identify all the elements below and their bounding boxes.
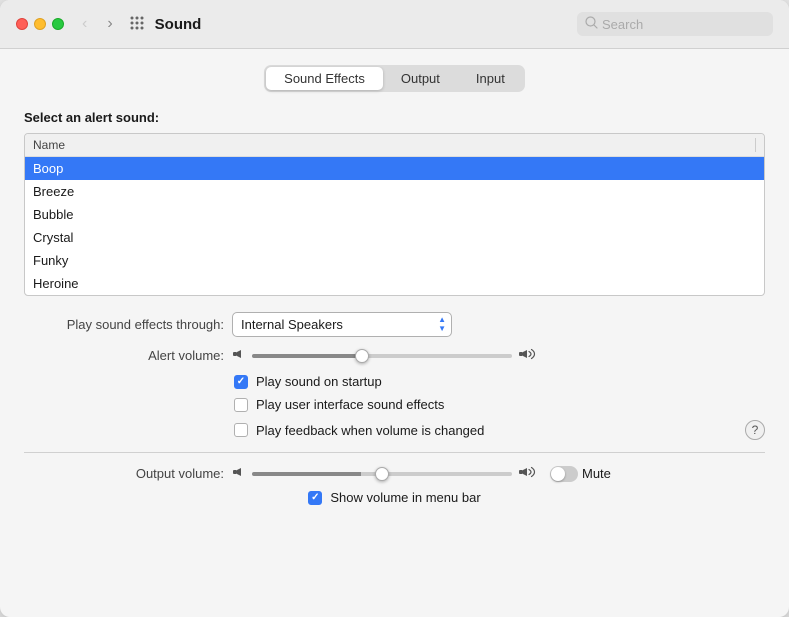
output-volume-high-icon bbox=[518, 465, 536, 482]
checkboxes-group: Play sound on startup Play user interfac… bbox=[24, 374, 765, 440]
close-button[interactable] bbox=[16, 18, 28, 30]
volume-high-icon bbox=[518, 347, 536, 364]
checkbox-row-startup: Play sound on startup bbox=[234, 374, 765, 389]
minimize-button[interactable] bbox=[34, 18, 46, 30]
column-divider bbox=[755, 138, 756, 152]
checkbox-row-ui-sounds: Play user interface sound effects bbox=[234, 397, 765, 412]
mute-toggle-thumb bbox=[551, 467, 565, 481]
traffic-lights bbox=[16, 18, 64, 30]
sound-list-item[interactable]: Heroine bbox=[25, 272, 764, 295]
sound-list-item[interactable]: Breeze bbox=[25, 180, 764, 203]
sound-list-item[interactable]: Boop bbox=[25, 157, 764, 180]
section-label: Select an alert sound: bbox=[24, 110, 765, 125]
tab-output[interactable]: Output bbox=[383, 67, 458, 90]
tabs-container: Sound Effects Output Input bbox=[24, 65, 765, 92]
search-icon bbox=[585, 16, 598, 32]
show-volume-label: Show volume in menu bar bbox=[330, 490, 480, 505]
play-through-dropdown[interactable]: Internal SpeakersExternal SpeakersHeadph… bbox=[232, 312, 452, 337]
alert-volume-label: Alert volume: bbox=[24, 348, 224, 363]
checkbox-ui-sounds-label: Play user interface sound effects bbox=[256, 397, 444, 412]
maximize-button[interactable] bbox=[52, 18, 64, 30]
checkbox-row-feedback: Play feedback when volume is changed ? bbox=[234, 420, 765, 440]
sound-list-header: Name bbox=[25, 134, 764, 157]
help-button[interactable]: ? bbox=[745, 420, 765, 440]
play-through-row: Play sound effects through: Internal Spe… bbox=[24, 312, 765, 337]
tab-input[interactable]: Input bbox=[458, 67, 523, 90]
app-grid-icon bbox=[129, 15, 145, 34]
output-volume-slider[interactable] bbox=[252, 472, 512, 476]
section-divider bbox=[24, 452, 765, 453]
search-input[interactable] bbox=[602, 17, 765, 32]
sound-list: BoopBreezeBubbleCrystalFunkyHeroine bbox=[25, 157, 764, 295]
sound-list-container: Name BoopBreezeBubbleCrystalFunkyHeroine bbox=[24, 133, 765, 296]
output-section: Output volume: bbox=[24, 465, 765, 505]
content-area: Sound Effects Output Input Select an ale… bbox=[0, 49, 789, 617]
sound-list-column-name: Name bbox=[33, 138, 755, 152]
sound-list-item[interactable]: Bubble bbox=[25, 203, 764, 226]
mute-toggle-track[interactable] bbox=[550, 466, 578, 482]
alert-volume-row: Alert volume: bbox=[24, 347, 765, 364]
play-through-label: Play sound effects through: bbox=[24, 317, 224, 332]
sound-list-item[interactable]: Funky bbox=[25, 249, 764, 272]
checkbox-startup-label: Play sound on startup bbox=[256, 374, 382, 389]
volume-low-icon bbox=[232, 347, 246, 364]
checkbox-show-volume[interactable] bbox=[308, 491, 322, 505]
output-volume-low-icon bbox=[232, 465, 246, 482]
search-box bbox=[577, 12, 773, 36]
checkbox-feedback[interactable] bbox=[234, 423, 248, 437]
back-button[interactable]: ‹ bbox=[76, 13, 93, 35]
titlebar: ‹ › Sound bbox=[0, 0, 789, 49]
mute-toggle: Mute bbox=[550, 466, 611, 482]
checkbox-feedback-label: Play feedback when volume is changed bbox=[256, 423, 484, 438]
main-window: ‹ › Sound bbox=[0, 0, 789, 617]
tabs: Sound Effects Output Input bbox=[264, 65, 525, 92]
output-volume-slider-row: Mute bbox=[232, 465, 611, 482]
alert-volume-slider[interactable] bbox=[252, 354, 512, 358]
alert-volume-slider-row bbox=[232, 347, 536, 364]
sound-list-item[interactable]: Crystal bbox=[25, 226, 764, 249]
checkbox-ui-sounds[interactable] bbox=[234, 398, 248, 412]
forward-button[interactable]: › bbox=[101, 13, 118, 35]
checkbox-startup[interactable] bbox=[234, 375, 248, 389]
window-title: Sound bbox=[155, 16, 569, 33]
show-volume-row: Show volume in menu bar bbox=[24, 490, 765, 505]
output-volume-label: Output volume: bbox=[24, 466, 224, 481]
controls-grid: Play sound effects through: Internal Spe… bbox=[24, 312, 765, 440]
output-volume-row: Output volume: bbox=[24, 465, 765, 482]
mute-label: Mute bbox=[582, 466, 611, 481]
play-through-dropdown-wrapper: Internal SpeakersExternal SpeakersHeadph… bbox=[232, 312, 452, 337]
tab-sound-effects[interactable]: Sound Effects bbox=[266, 67, 383, 90]
